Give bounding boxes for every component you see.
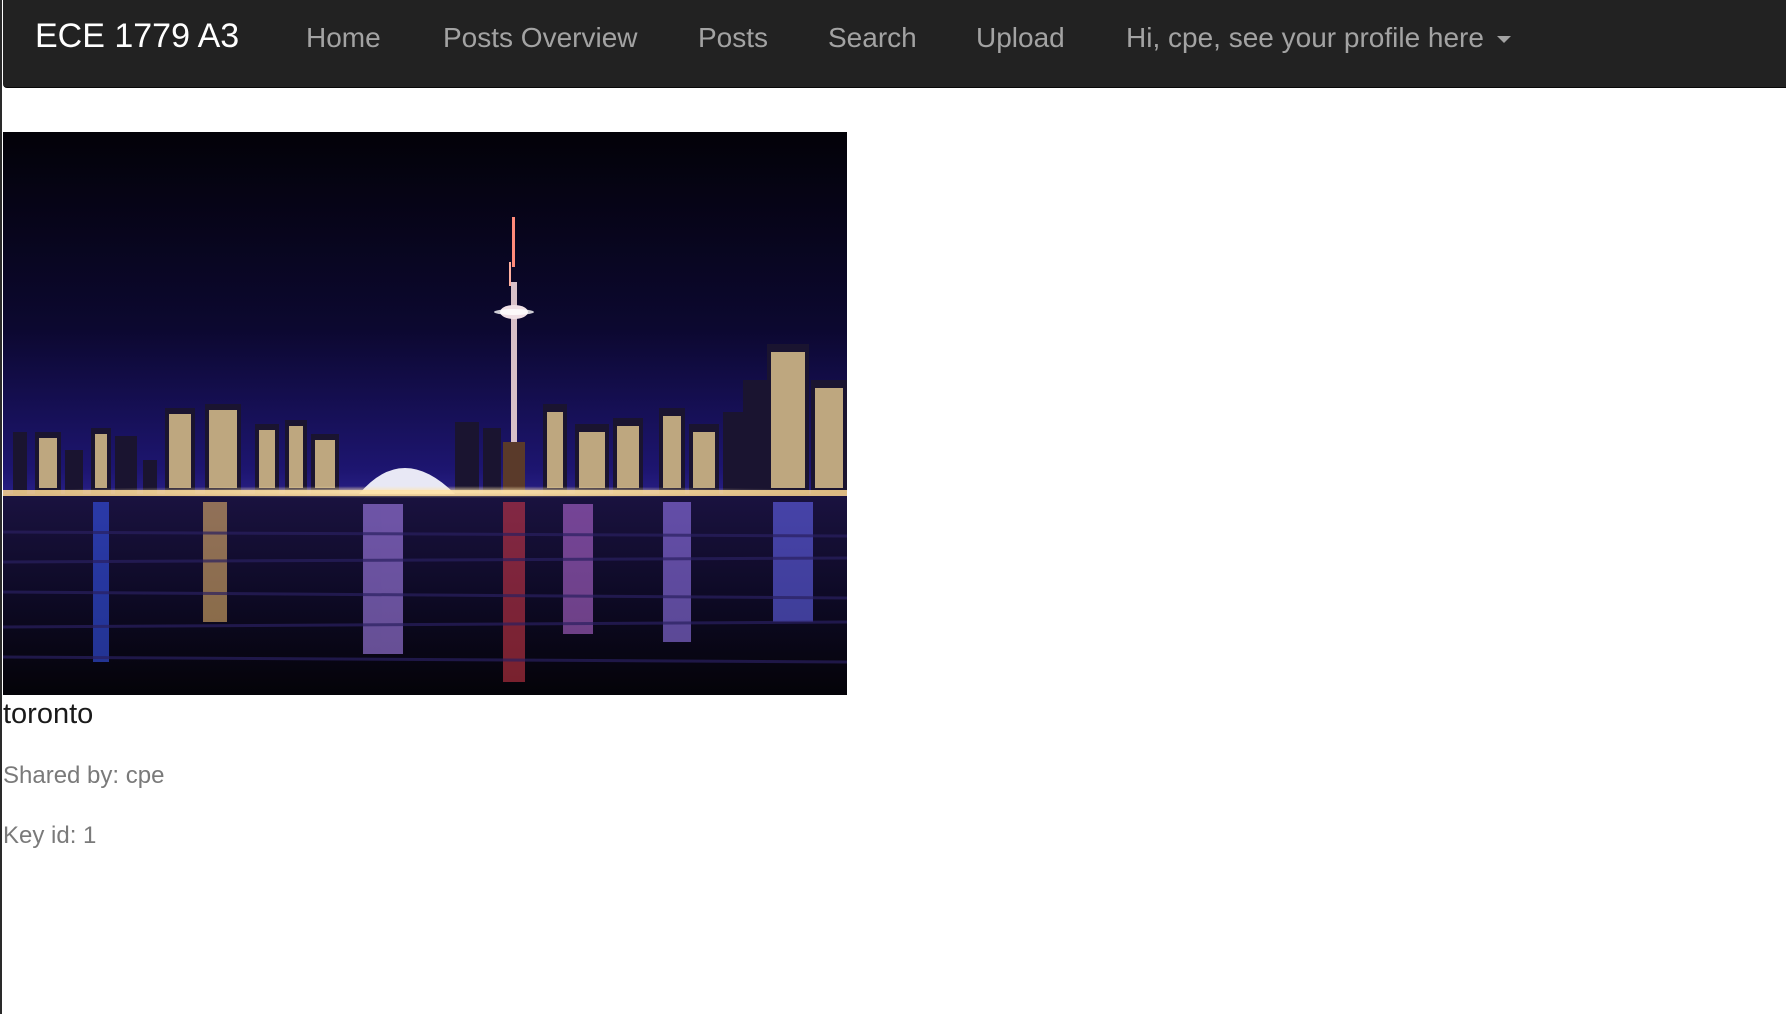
post-key-id: Key id: 1	[3, 822, 97, 849]
brand-link[interactable]: ECE 1779 A3	[35, 16, 239, 56]
post-title: toronto	[3, 698, 94, 730]
window-edge	[0, 0, 2, 1014]
top-navbar: ECE 1779 A3 Home Posts Overview Posts Se…	[3, 0, 1786, 88]
nav-search-link[interactable]: Search	[828, 20, 917, 56]
nav-upload-link[interactable]: Upload	[976, 20, 1065, 56]
post-image	[3, 132, 847, 695]
page: ECE 1779 A3 Home Posts Overview Posts Se…	[0, 0, 1786, 1014]
nav-home-link[interactable]: Home	[306, 20, 381, 56]
caret-down-icon[interactable]	[1497, 36, 1511, 43]
post-shared-by: Shared by: cpe	[3, 762, 165, 789]
nav-posts-overview-link[interactable]: Posts Overview	[443, 20, 638, 56]
nav-posts-link[interactable]: Posts	[698, 20, 768, 56]
profile-dropdown-toggle[interactable]: Hi, cpe, see your profile here	[1126, 20, 1484, 56]
